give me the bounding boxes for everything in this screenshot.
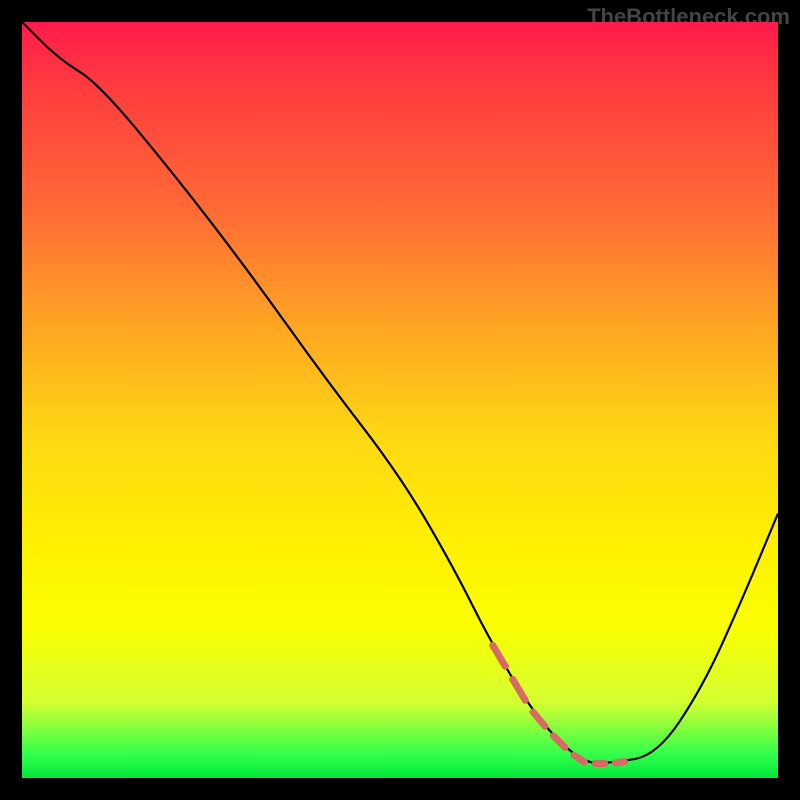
- highlight-segment: [592, 760, 608, 767]
- gradient-plot-area: [22, 22, 778, 778]
- bottleneck-curve: [22, 22, 778, 778]
